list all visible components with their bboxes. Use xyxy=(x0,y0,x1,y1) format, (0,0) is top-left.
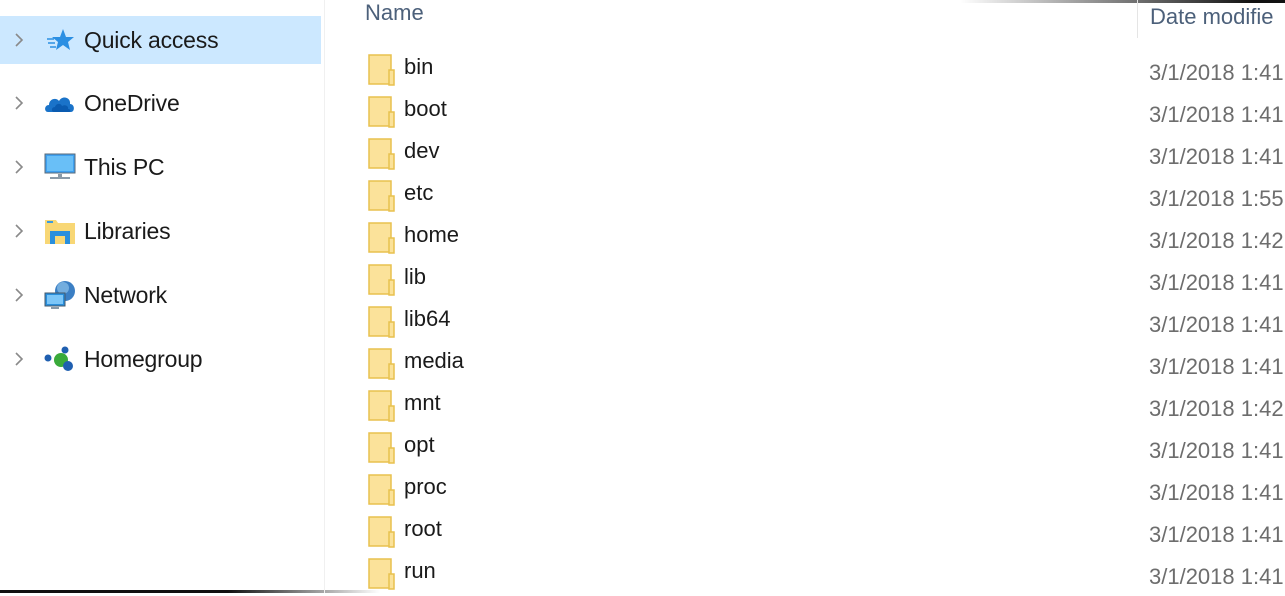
nav-item-label: This PC xyxy=(84,153,165,180)
file-row[interactable]: root 3/1/2018 1:41 xyxy=(340,512,1285,554)
onedrive-cloud-icon xyxy=(44,89,76,117)
file-row[interactable]: lib 3/1/2018 1:41 xyxy=(340,260,1285,302)
file-date-modified: 3/1/2018 1:41 xyxy=(1149,480,1284,505)
column-resize-handle[interactable] xyxy=(1137,0,1138,38)
file-name: boot xyxy=(404,96,447,121)
expand-chevron-icon[interactable] xyxy=(14,159,28,175)
file-row[interactable]: opt 3/1/2018 1:41 xyxy=(340,428,1285,470)
nav-item-network[interactable]: Network xyxy=(0,271,321,319)
pane-divider[interactable] xyxy=(324,0,325,593)
folder-icon xyxy=(368,222,396,254)
navigation-pane: Quick access OneDrive This PC Libraries … xyxy=(0,0,324,593)
file-date-modified: 3/1/2018 1:41 xyxy=(1149,270,1284,295)
folder-icon xyxy=(368,180,396,212)
nav-item-quick-access[interactable]: Quick access xyxy=(0,16,321,64)
file-row[interactable]: boot 3/1/2018 1:41 xyxy=(340,92,1285,134)
folder-icon xyxy=(368,516,396,548)
file-date-modified: 3/1/2018 1:41 xyxy=(1149,102,1284,127)
file-name: bin xyxy=(404,54,434,79)
file-row[interactable]: media 3/1/2018 1:41 xyxy=(340,344,1285,386)
file-name: proc xyxy=(404,474,447,499)
file-name: dev xyxy=(404,138,440,163)
nav-item-label: Libraries xyxy=(84,217,171,244)
this-pc-monitor-icon xyxy=(44,153,76,181)
folder-icon xyxy=(368,390,396,422)
file-date-modified: 3/1/2018 1:55 xyxy=(1149,186,1284,211)
folder-icon xyxy=(368,138,396,170)
file-name: mnt xyxy=(404,390,441,415)
nav-item-label: OneDrive xyxy=(84,89,180,116)
expand-chevron-icon[interactable] xyxy=(14,351,28,367)
file-date-modified: 3/1/2018 1:41 xyxy=(1149,60,1284,85)
folder-icon xyxy=(368,54,396,86)
libraries-folder-icon xyxy=(44,217,76,245)
file-date-modified: 3/1/2018 1:41 xyxy=(1149,564,1284,589)
quick-access-star-icon xyxy=(44,26,76,54)
folder-icon xyxy=(368,96,396,128)
column-header-date-modified[interactable]: Date modifie xyxy=(1150,4,1274,30)
expand-chevron-icon[interactable] xyxy=(14,95,28,111)
file-row[interactable]: lib64 3/1/2018 1:41 xyxy=(340,302,1285,344)
file-row[interactable]: etc 3/1/2018 1:55 xyxy=(340,176,1285,218)
expand-chevron-icon[interactable] xyxy=(14,223,28,239)
file-row[interactable]: bin 3/1/2018 1:41 xyxy=(340,50,1285,92)
file-name: opt xyxy=(404,432,435,457)
network-globe-icon xyxy=(44,281,76,309)
file-row[interactable]: proc 3/1/2018 1:41 xyxy=(340,470,1285,512)
file-date-modified: 3/1/2018 1:41 xyxy=(1149,522,1284,547)
file-date-modified: 3/1/2018 1:42 xyxy=(1149,228,1284,253)
file-date-modified: 3/1/2018 1:41 xyxy=(1149,438,1284,463)
nav-item-label: Quick access xyxy=(84,26,219,53)
nav-item-label: Homegroup xyxy=(84,345,203,372)
window-edge-shadow-top xyxy=(960,0,1285,3)
file-name: root xyxy=(404,516,442,541)
file-date-modified: 3/1/2018 1:41 xyxy=(1149,144,1284,169)
file-row[interactable]: dev 3/1/2018 1:41 xyxy=(340,134,1285,176)
nav-item-libraries[interactable]: Libraries xyxy=(0,207,321,255)
file-name: home xyxy=(404,222,460,247)
file-name: etc xyxy=(404,180,434,205)
folder-icon xyxy=(368,432,396,464)
file-row[interactable]: home 3/1/2018 1:42 xyxy=(340,218,1285,260)
folder-icon xyxy=(368,474,396,506)
folder-icon xyxy=(368,558,396,590)
file-row[interactable]: mnt 3/1/2018 1:42 xyxy=(340,386,1285,428)
expand-chevron-icon[interactable] xyxy=(14,287,28,303)
file-date-modified: 3/1/2018 1:42 xyxy=(1149,396,1284,421)
nav-item-label: Network xyxy=(84,281,167,308)
nav-item-this-pc[interactable]: This PC xyxy=(0,143,321,191)
folder-icon xyxy=(368,306,396,338)
nav-item-homegroup[interactable]: Homegroup xyxy=(0,335,321,383)
folder-icon xyxy=(368,264,396,296)
file-date-modified: 3/1/2018 1:41 xyxy=(1149,354,1284,379)
nav-item-onedrive[interactable]: OneDrive xyxy=(0,79,321,127)
file-name: run xyxy=(404,558,436,583)
file-row[interactable]: run 3/1/2018 1:41 xyxy=(340,554,1285,596)
file-name: lib xyxy=(404,264,427,289)
homegroup-icon xyxy=(44,345,76,373)
file-name: media xyxy=(404,348,464,373)
file-name: lib64 xyxy=(404,306,451,331)
folder-icon xyxy=(368,348,396,380)
column-header-name[interactable]: Name xyxy=(365,0,424,26)
file-date-modified: 3/1/2018 1:41 xyxy=(1149,312,1284,337)
expand-chevron-icon[interactable] xyxy=(14,32,28,48)
